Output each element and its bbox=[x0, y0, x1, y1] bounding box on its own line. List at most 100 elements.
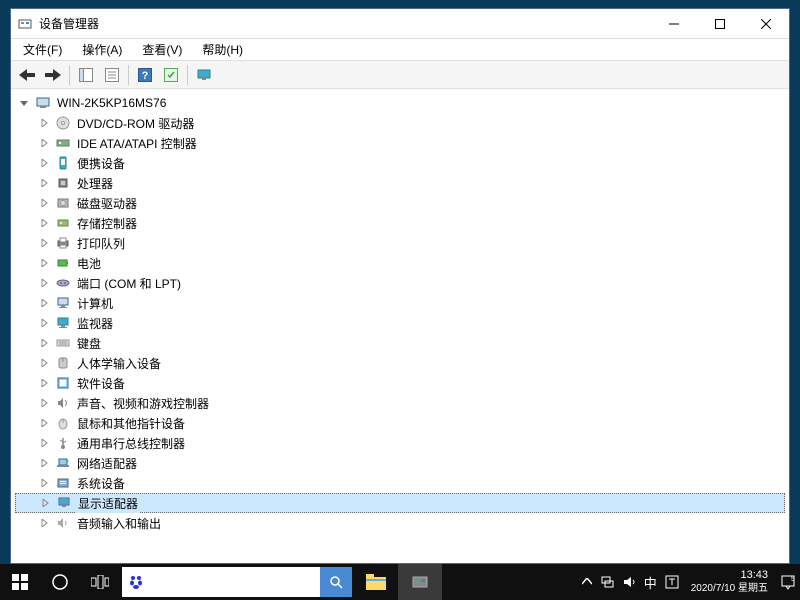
tree-item-label: 显示适配器 bbox=[76, 494, 140, 513]
forward-button[interactable] bbox=[41, 63, 65, 87]
tree-item[interactable]: 便携设备 bbox=[15, 153, 785, 173]
expand-icon[interactable] bbox=[37, 196, 51, 210]
toolbar-separator bbox=[128, 65, 129, 85]
tree-item[interactable]: 磁盘驱动器 bbox=[15, 193, 785, 213]
expand-icon[interactable] bbox=[37, 356, 51, 370]
expand-icon[interactable] bbox=[37, 516, 51, 530]
maximize-button[interactable] bbox=[697, 9, 743, 39]
back-button[interactable] bbox=[15, 63, 39, 87]
display-icon bbox=[56, 495, 72, 511]
device-tree: WIN-2K5KP16MS76 DVD/CD-ROM 驱动器IDE ATA/AT… bbox=[15, 93, 785, 533]
close-button[interactable] bbox=[743, 9, 789, 39]
expand-icon[interactable] bbox=[37, 436, 51, 450]
expand-icon[interactable] bbox=[37, 216, 51, 230]
tree-item[interactable]: 通用串行总线控制器 bbox=[15, 433, 785, 453]
toolbar: ? bbox=[11, 61, 789, 89]
properties-button[interactable] bbox=[100, 63, 124, 87]
notifications-icon[interactable]: 5 bbox=[780, 574, 796, 590]
expand-icon[interactable] bbox=[37, 156, 51, 170]
taskbar: 中 13:43 2020/7/10 星期五 5 bbox=[0, 564, 800, 600]
expand-icon[interactable] bbox=[38, 496, 52, 510]
tray-overflow-icon[interactable] bbox=[582, 578, 592, 586]
collapse-icon[interactable] bbox=[17, 96, 31, 110]
help-button[interactable]: ? bbox=[133, 63, 157, 87]
tree-item-label: 鼠标和其他指针设备 bbox=[75, 414, 187, 433]
expand-icon[interactable] bbox=[37, 296, 51, 310]
tree-item[interactable]: 计算机 bbox=[15, 293, 785, 313]
ime-mode-icon[interactable] bbox=[665, 575, 679, 589]
tree-item[interactable]: 打印队列 bbox=[15, 233, 785, 253]
expand-icon[interactable] bbox=[37, 236, 51, 250]
expand-icon[interactable] bbox=[37, 456, 51, 470]
tree-item-label: IDE ATA/ATAPI 控制器 bbox=[75, 134, 199, 153]
tree-item[interactable]: 处理器 bbox=[15, 173, 785, 193]
minimize-button[interactable] bbox=[651, 9, 697, 39]
device-manager-app[interactable] bbox=[398, 564, 442, 600]
show-hide-button[interactable] bbox=[74, 63, 98, 87]
expand-icon[interactable] bbox=[37, 256, 51, 270]
expand-icon[interactable] bbox=[37, 116, 51, 130]
tree-item[interactable]: 键盘 bbox=[15, 333, 785, 353]
tree-item[interactable]: 系统设备 bbox=[15, 473, 785, 493]
tree-item[interactable]: 电池 bbox=[15, 253, 785, 273]
tree-item-label: 声音、视频和游戏控制器 bbox=[75, 394, 211, 413]
tree-item-label: 磁盘驱动器 bbox=[75, 194, 139, 213]
expand-icon[interactable] bbox=[37, 316, 51, 330]
expand-icon[interactable] bbox=[37, 336, 51, 350]
tree-item-label: 人体学输入设备 bbox=[75, 354, 163, 373]
clock-date: 2020/7/10 星期五 bbox=[691, 583, 768, 595]
svg-text:?: ? bbox=[142, 70, 149, 82]
tree-item[interactable]: 声音、视频和游戏控制器 bbox=[15, 393, 785, 413]
storage-icon bbox=[55, 215, 71, 231]
scan-button[interactable] bbox=[159, 63, 183, 87]
tree-item[interactable]: 软件设备 bbox=[15, 373, 785, 393]
tree-item[interactable]: 鼠标和其他指针设备 bbox=[15, 413, 785, 433]
expand-icon[interactable] bbox=[37, 476, 51, 490]
menu-file[interactable]: 文件(F) bbox=[17, 39, 68, 60]
expand-icon[interactable] bbox=[37, 416, 51, 430]
audio-icon bbox=[55, 515, 71, 531]
file-explorer-app[interactable] bbox=[354, 564, 398, 600]
expand-icon[interactable] bbox=[37, 136, 51, 150]
titlebar: 设备管理器 bbox=[11, 9, 789, 39]
tree-item-label: 监视器 bbox=[75, 314, 115, 333]
cortana-button[interactable] bbox=[40, 564, 80, 600]
search-box[interactable] bbox=[122, 567, 352, 597]
task-view-button[interactable] bbox=[80, 564, 120, 600]
expand-icon[interactable] bbox=[37, 176, 51, 190]
search-button[interactable] bbox=[320, 567, 352, 597]
remote-button[interactable] bbox=[192, 63, 216, 87]
tree-item[interactable]: 端口 (COM 和 LPT) bbox=[15, 273, 785, 293]
mouse-icon bbox=[55, 415, 71, 431]
search-input[interactable] bbox=[150, 575, 320, 589]
tree-item-label: 电池 bbox=[75, 254, 103, 273]
tree-item-label: 处理器 bbox=[75, 174, 115, 193]
tree-item[interactable]: DVD/CD-ROM 驱动器 bbox=[15, 113, 785, 133]
sound-icon bbox=[55, 395, 71, 411]
volume-icon[interactable] bbox=[622, 575, 636, 589]
menu-help[interactable]: 帮助(H) bbox=[196, 39, 249, 60]
ime-indicator[interactable]: 中 bbox=[644, 573, 657, 592]
tree-item[interactable]: 显示适配器 bbox=[15, 493, 785, 513]
menu-action[interactable]: 操作(A) bbox=[76, 39, 128, 60]
tree-item[interactable]: 存储控制器 bbox=[15, 213, 785, 233]
tree-root[interactable]: WIN-2K5KP16MS76 bbox=[15, 93, 785, 113]
toolbar-separator bbox=[187, 65, 188, 85]
root-label: WIN-2K5KP16MS76 bbox=[55, 95, 168, 111]
keyboard-icon bbox=[55, 335, 71, 351]
clock[interactable]: 13:43 2020/7/10 星期五 bbox=[687, 569, 772, 594]
network-icon bbox=[55, 455, 71, 471]
ide-icon bbox=[55, 135, 71, 151]
tree-item[interactable]: 人体学输入设备 bbox=[15, 353, 785, 373]
expand-icon[interactable] bbox=[37, 396, 51, 410]
system-icon bbox=[55, 475, 71, 491]
tree-item[interactable]: 音频输入和输出 bbox=[15, 513, 785, 533]
tree-item[interactable]: 监视器 bbox=[15, 313, 785, 333]
expand-icon[interactable] bbox=[37, 376, 51, 390]
menu-view[interactable]: 查看(V) bbox=[136, 39, 188, 60]
start-button[interactable] bbox=[0, 564, 40, 600]
tree-item[interactable]: IDE ATA/ATAPI 控制器 bbox=[15, 133, 785, 153]
network-icon[interactable] bbox=[600, 575, 614, 589]
expand-icon[interactable] bbox=[37, 276, 51, 290]
tree-item[interactable]: 网络适配器 bbox=[15, 453, 785, 473]
